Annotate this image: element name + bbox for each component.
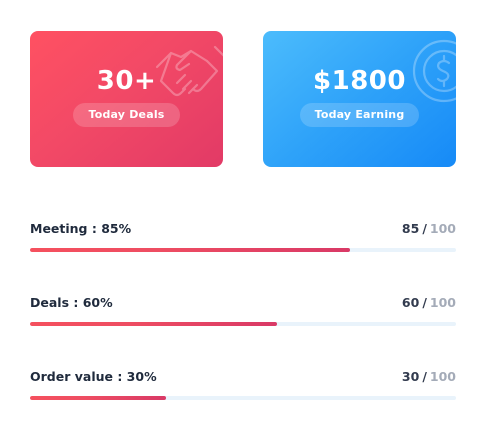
- progress-total: 100: [429, 294, 456, 310]
- progress-current: 85: [401, 220, 420, 236]
- today-deals-card: 30+ Today Deals: [30, 31, 223, 167]
- progress-label: Order value : 30%: [30, 368, 157, 384]
- today-earning-label: Today Earning: [299, 103, 420, 127]
- progress-meeting: Meeting : 85% 85/100: [30, 219, 456, 252]
- progress-total: 100: [429, 368, 456, 384]
- progress-count: 60/100: [402, 295, 456, 310]
- progress-fill: [30, 396, 167, 400]
- progress-track: [30, 248, 456, 252]
- progress-track: [30, 396, 456, 400]
- progress-current: 30: [401, 368, 420, 384]
- today-earning-value: $1800: [313, 66, 406, 96]
- progress-count: 85/100: [402, 221, 456, 236]
- today-deals-value: 30+: [96, 66, 157, 96]
- progress-separator: /: [422, 294, 427, 310]
- progress-separator: /: [422, 368, 427, 384]
- progress-label: Meeting : 85%: [30, 220, 132, 236]
- progress-separator: /: [422, 220, 427, 236]
- today-deals-label: Today Deals: [73, 103, 180, 127]
- progress-track: [30, 322, 456, 326]
- handshake-icon: [155, 45, 223, 97]
- progress-label: Deals : 60%: [30, 294, 113, 310]
- progress-fill: [30, 248, 350, 252]
- progress-fill: [30, 322, 278, 326]
- progress-count: 30/100: [402, 369, 456, 384]
- progress-order-value: Order value : 30% 30/100: [30, 367, 456, 400]
- today-earning-card: $1800 Today Earning: [263, 31, 456, 167]
- progress-current: 60: [401, 294, 420, 310]
- progress-total: 100: [429, 220, 456, 236]
- dollar-coin-icon: [412, 39, 456, 103]
- progress-deals: Deals : 60% 60/100: [30, 293, 456, 326]
